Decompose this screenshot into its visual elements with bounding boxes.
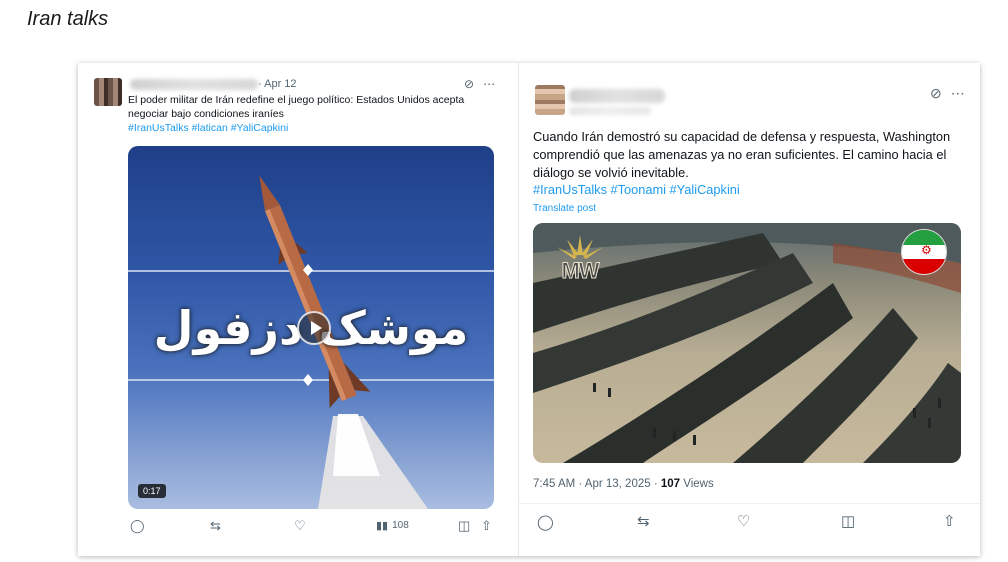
bookmark-button[interactable]: ◫ (841, 512, 855, 530)
video-duration: 0:17 (138, 484, 166, 498)
post-top-icons: ⊘ ⋯ (930, 85, 965, 102)
heart-icon: ♡ (294, 518, 306, 533)
more-options-icon[interactable]: ⋯ (483, 77, 495, 91)
timestamp-text[interactable]: 7:45 AM · Apr 13, 2025 · (533, 478, 661, 490)
views-count: 108 (392, 520, 409, 531)
video-player[interactable]: موشک دزفول 0:17 (128, 146, 494, 509)
play-button[interactable] (297, 311, 331, 345)
bookmark-button[interactable]: ◫ (458, 518, 470, 534)
screenshot-frame: · Apr 12 ⊘ ⋯ El poder militar de Irán re… (78, 63, 980, 556)
views-button[interactable]: ▮▮ 108 (376, 519, 409, 532)
post-date[interactable]: · Apr 12 (258, 78, 297, 90)
avatar[interactable] (94, 78, 122, 106)
reply-button[interactable]: ◯ (130, 518, 145, 534)
heart-icon: ♡ (737, 513, 751, 530)
views-count: 107 (660, 478, 681, 490)
post-hashtags[interactable]: #IranUsTalks #latican #YaliCapkini (128, 122, 288, 134)
share-icon: ⇧ (943, 513, 956, 530)
grok-icon[interactable]: ⊘ (930, 85, 942, 102)
views-label: Views (680, 478, 714, 490)
like-button[interactable]: ♡ (294, 518, 306, 534)
divider (519, 503, 980, 504)
share-icon: ⇧ (481, 518, 492, 533)
post-top-icons: ⊘ ⋯ (464, 77, 495, 91)
blurred-handle[interactable] (569, 107, 651, 115)
reply-icon: ◯ (537, 514, 554, 531)
blurred-username[interactable] (130, 79, 258, 90)
blurred-username[interactable] (569, 89, 665, 103)
post-image[interactable]: MW ⚙ (533, 223, 961, 463)
share-button[interactable]: ⇧ (481, 518, 492, 534)
media-watermark-logo: MW (547, 231, 613, 284)
bookmark-icon: ◫ (458, 518, 471, 533)
right-post[interactable]: ⊘ ⋯ Cuando Irán demostró su capacidad de… (518, 63, 980, 556)
like-button[interactable]: ♡ (737, 512, 750, 530)
translate-post-link[interactable]: Translate post (533, 203, 596, 214)
page-heading: Iran talks (27, 8, 109, 30)
repost-icon: ⇆ (210, 518, 221, 533)
views-icon: ▮▮ (376, 520, 389, 532)
watermark-logo-text: MW (561, 258, 600, 284)
post-text: Cuando Irán demostró su capacidad de def… (533, 129, 951, 181)
more-options-icon[interactable]: ⋯ (951, 85, 965, 102)
repost-icon: ⇆ (637, 513, 650, 530)
post-timestamp[interactable]: 7:45 AM · Apr 13, 2025 · 107 Views (533, 478, 714, 490)
avatar[interactable] (535, 85, 565, 115)
left-post[interactable]: · Apr 12 ⊘ ⋯ El poder militar de Irán re… (78, 63, 513, 556)
repost-button[interactable]: ⇆ (637, 512, 650, 530)
share-button[interactable]: ⇧ (943, 512, 956, 530)
post-hashtags[interactable]: #IranUsTalks #Toonami #YaliCapkini (533, 182, 740, 197)
grok-icon[interactable]: ⊘ (464, 77, 474, 91)
post-text: El poder militar de Irán redefine el jue… (128, 94, 465, 120)
bookmark-icon: ◫ (841, 513, 856, 530)
reply-icon: ◯ (130, 518, 145, 533)
repost-button[interactable]: ⇆ (210, 518, 221, 534)
reply-button[interactable]: ◯ (537, 513, 554, 531)
iran-flag-icon: ⚙ (901, 229, 947, 275)
